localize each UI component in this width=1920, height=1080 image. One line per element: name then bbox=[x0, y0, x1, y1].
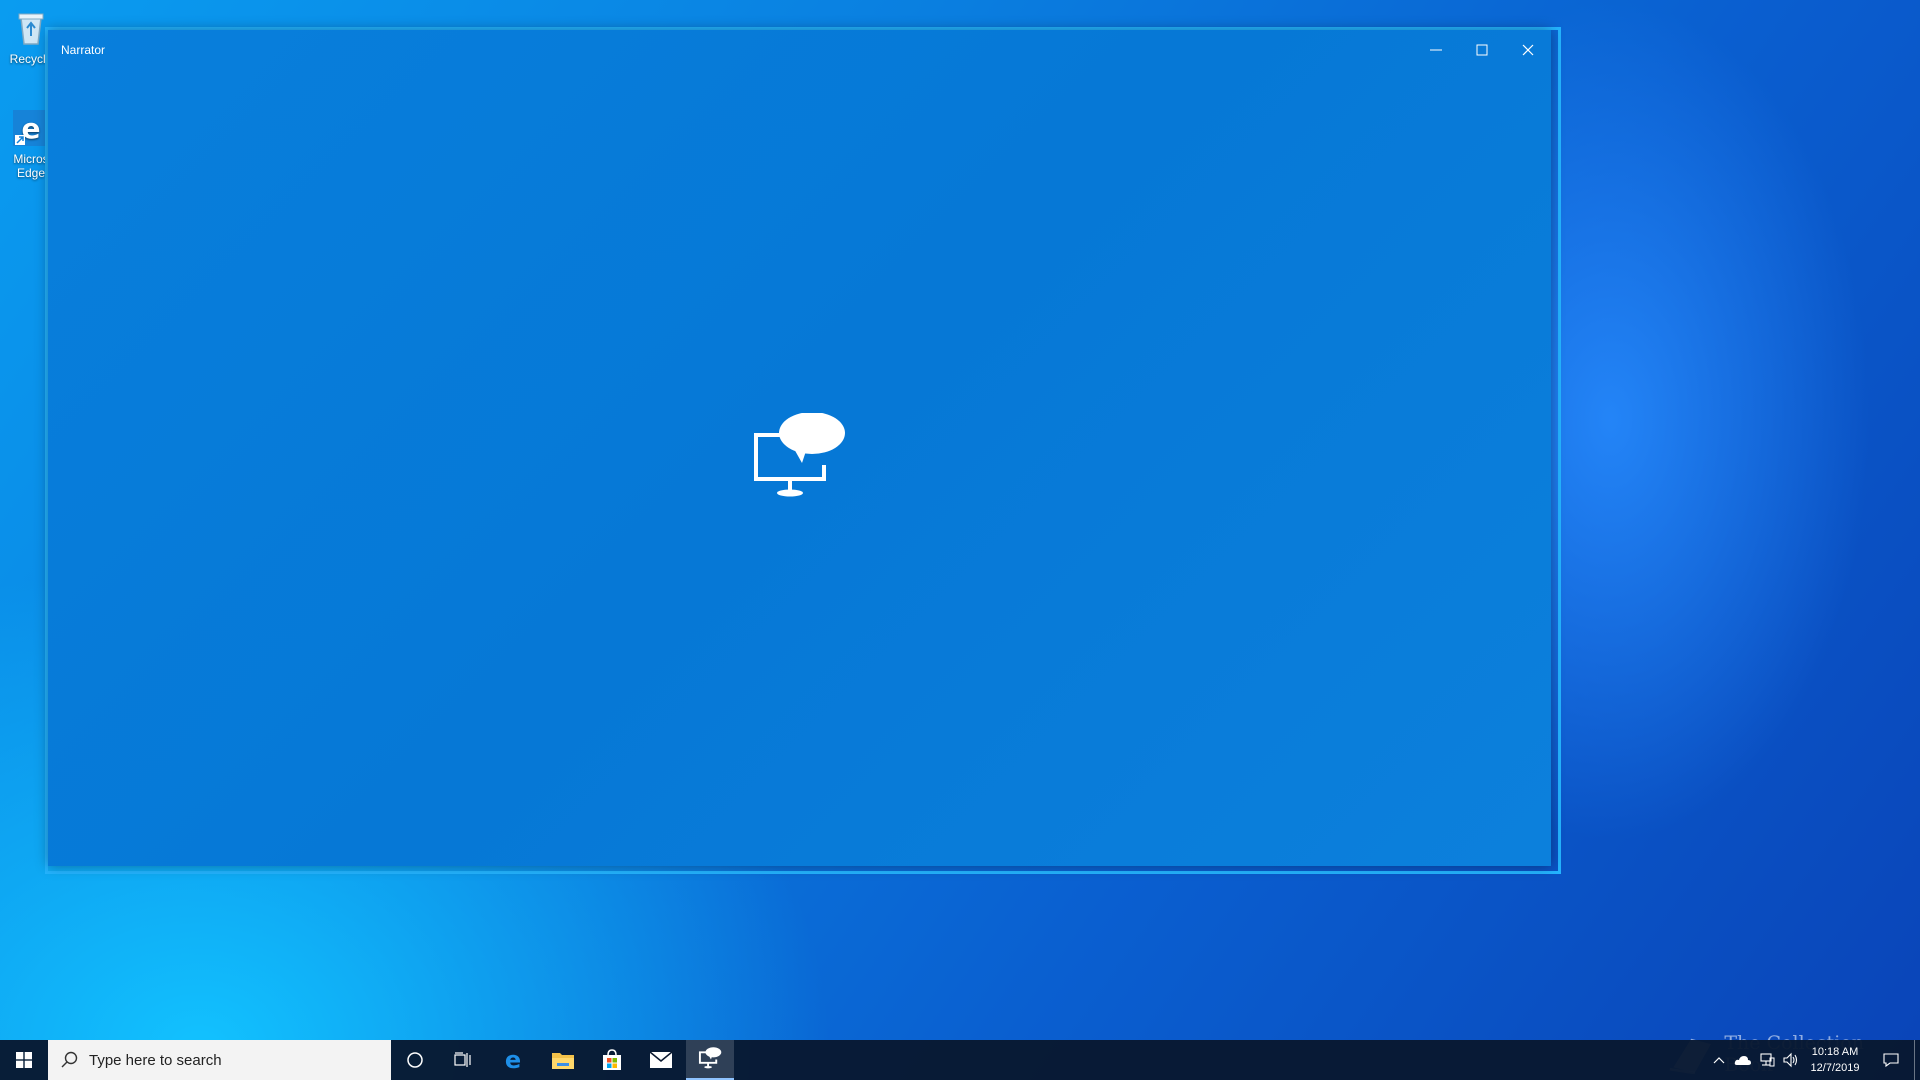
file-explorer-icon bbox=[552, 1053, 574, 1069]
taskbar-narrator-button[interactable] bbox=[686, 1040, 734, 1080]
windows-logo-icon bbox=[16, 1052, 32, 1068]
window-title: Narrator bbox=[61, 43, 106, 57]
volume-button[interactable] bbox=[1779, 1040, 1801, 1080]
search-placeholder: Type here to search bbox=[89, 1051, 222, 1069]
volume-icon bbox=[1783, 1052, 1798, 1068]
show-desktop-button[interactable] bbox=[1914, 1040, 1920, 1080]
task-view-icon bbox=[454, 1052, 471, 1067]
maximize-button[interactable] bbox=[1459, 30, 1505, 70]
close-icon bbox=[1522, 44, 1534, 56]
taskbar-store-button[interactable] bbox=[588, 1040, 636, 1080]
action-center-button[interactable] bbox=[1874, 1040, 1908, 1080]
network-icon bbox=[1760, 1053, 1775, 1067]
taskbar-edge-button[interactable]: e bbox=[489, 1040, 537, 1080]
search-box[interactable]: Type here to search bbox=[48, 1040, 391, 1080]
network-button[interactable] bbox=[1755, 1040, 1779, 1080]
recycle-bin-icon bbox=[11, 8, 51, 48]
onedrive-button[interactable] bbox=[1731, 1040, 1755, 1080]
narrator-icon bbox=[698, 1047, 722, 1069]
clock-date: 12/7/2019 bbox=[1810, 1062, 1860, 1074]
cortana-icon bbox=[407, 1052, 423, 1068]
taskbar-file-explorer-button[interactable] bbox=[539, 1040, 587, 1080]
mail-icon bbox=[649, 1051, 673, 1068]
onedrive-icon bbox=[1734, 1056, 1751, 1065]
narrator-window[interactable]: Narrator bbox=[48, 30, 1551, 866]
edge-icon: e bbox=[505, 1048, 521, 1072]
taskbar-mail-button[interactable] bbox=[637, 1040, 685, 1080]
store-icon bbox=[603, 1049, 621, 1070]
desktop-icon-label: Micros Edge bbox=[13, 152, 49, 180]
task-view-button[interactable] bbox=[439, 1040, 487, 1080]
maximize-icon bbox=[1476, 44, 1488, 56]
minimize-icon bbox=[1430, 49, 1442, 51]
cortana-button[interactable] bbox=[391, 1040, 439, 1080]
notification-icon bbox=[1883, 1053, 1899, 1068]
narrator-icon bbox=[748, 412, 848, 513]
title-bar[interactable]: Narrator bbox=[48, 30, 1551, 70]
edge-icon: e bbox=[11, 108, 51, 148]
taskbar: Type here to search e 10:18 AM 12/7/2019 bbox=[0, 1040, 1920, 1080]
show-hidden-icons-button[interactable] bbox=[1707, 1040, 1731, 1080]
clock-time: 10:18 AM bbox=[1811, 1046, 1859, 1058]
desktop-icon-label: Recycle bbox=[9, 52, 53, 66]
desktop: Recycle e Micros Edge Narrator Type here… bbox=[0, 0, 1920, 1080]
minimize-button[interactable] bbox=[1413, 30, 1459, 70]
show-hidden-icon bbox=[1713, 1057, 1725, 1064]
start-button[interactable] bbox=[0, 1040, 48, 1080]
svg-text:e: e bbox=[505, 1048, 521, 1072]
close-button[interactable] bbox=[1505, 30, 1551, 70]
search-icon bbox=[61, 1051, 78, 1068]
clock[interactable]: 10:18 AM 12/7/2019 bbox=[1800, 1044, 1870, 1076]
